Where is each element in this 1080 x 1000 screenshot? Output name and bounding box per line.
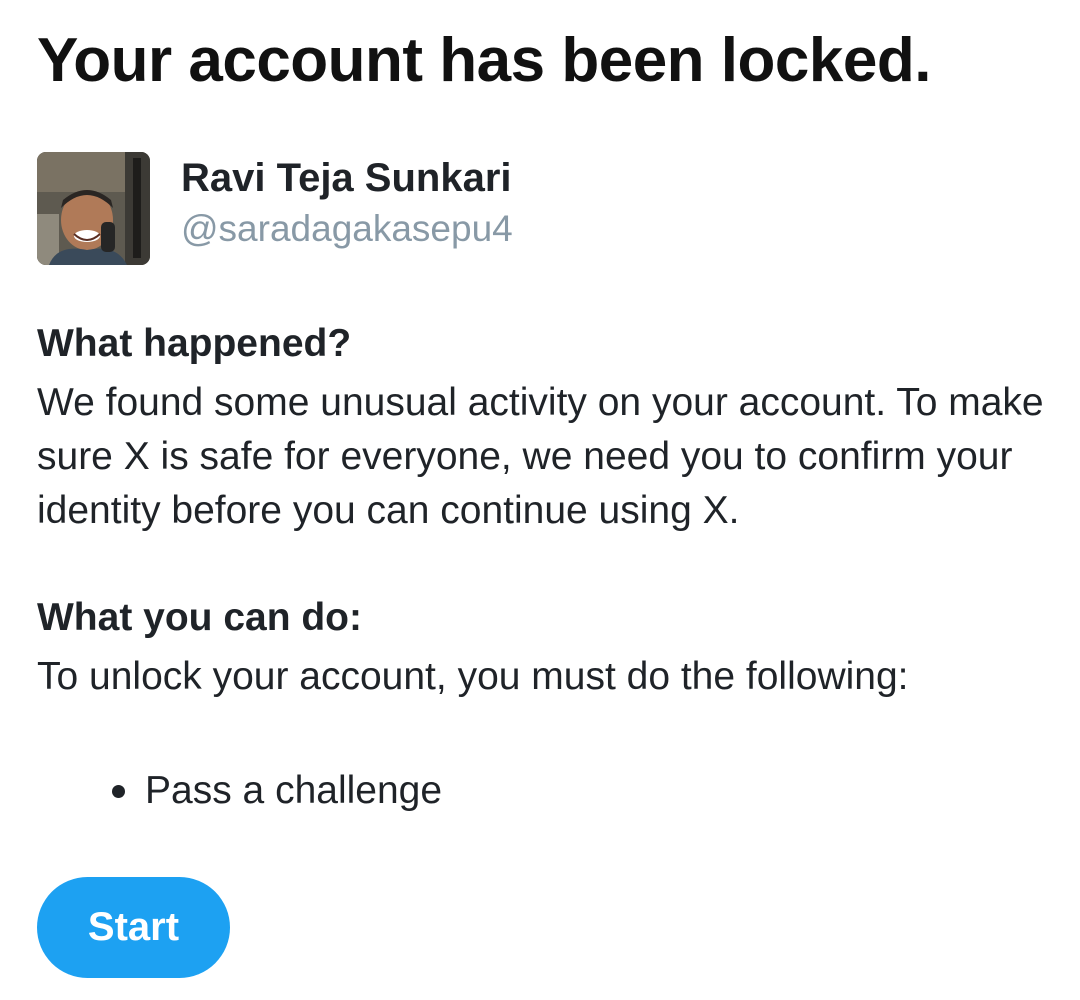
what-happened-text: We found some unusual activity on your a…	[37, 381, 1044, 532]
account-locked-page: Your account has been locked. Ravi Teja …	[0, 0, 1080, 1000]
start-button[interactable]: Start	[37, 877, 230, 978]
display-name: Ravi Teja Sunkari	[181, 156, 512, 200]
list-item: Pass a challenge	[106, 764, 442, 818]
unlock-steps-list: Pass a challenge	[106, 764, 442, 818]
what-happened-heading: What happened?	[37, 322, 352, 365]
what-you-can-do-text: To unlock your account, you must do the …	[37, 655, 909, 698]
bullet-icon	[112, 785, 125, 798]
step-label: Pass a challenge	[145, 769, 443, 812]
avatar	[37, 152, 150, 265]
account-handle: @saradagakasepu4	[181, 208, 513, 249]
page-title: Your account has been locked.	[37, 26, 931, 95]
account-card: Ravi Teja Sunkari @saradagakasepu4	[37, 152, 737, 266]
what-you-can-do-heading: What you can do:	[37, 596, 362, 639]
profile-photo-icon	[37, 152, 150, 265]
